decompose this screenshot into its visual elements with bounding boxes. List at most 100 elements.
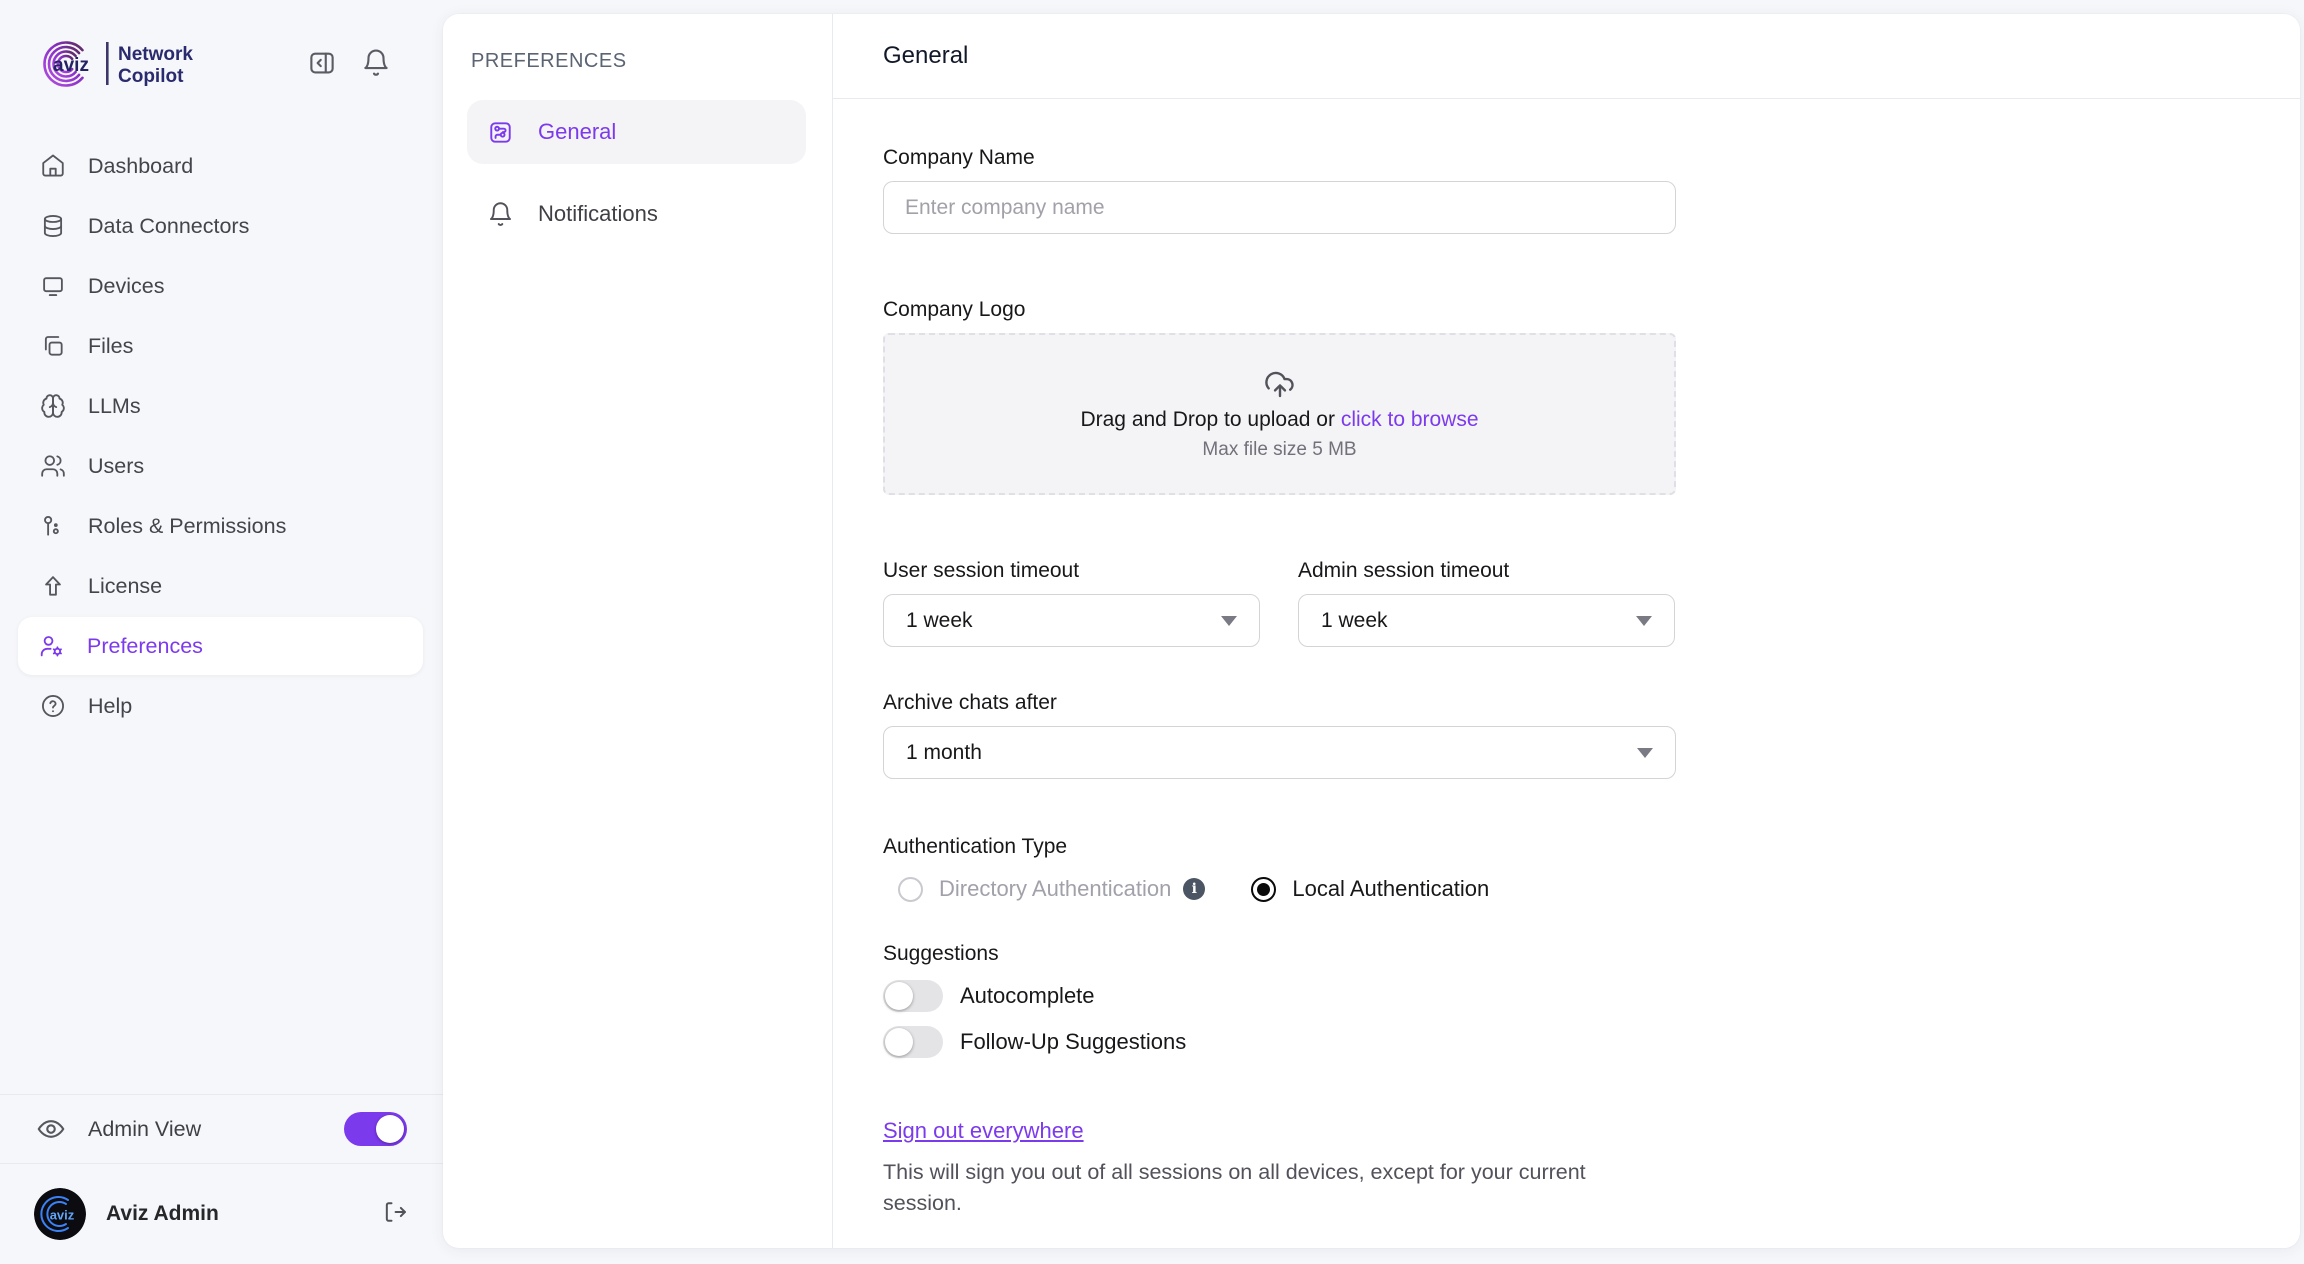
followup-label: Follow-Up Suggestions [960, 1029, 1186, 1055]
cloud-upload-icon [1263, 367, 1297, 401]
company-name-label: Company Name [883, 146, 2250, 170]
database-icon [40, 213, 66, 239]
chevron-down-icon [1221, 616, 1237, 626]
arrow-up-icon [40, 573, 66, 599]
drag-drop-text: Drag and Drop to upload or [1080, 408, 1335, 431]
user-session-value: 1 week [906, 609, 973, 633]
info-icon[interactable]: i [1183, 878, 1205, 900]
company-logo-section: Company Logo Drag and Drop to upload or … [883, 298, 2250, 495]
user-session-select[interactable]: 1 week [883, 594, 1260, 647]
content-card: PREFERENCES General Notifications [443, 14, 2300, 1248]
admin-session-value: 1 week [1321, 609, 1388, 633]
followup-toggle[interactable] [883, 1026, 943, 1058]
admin-session-field: Admin session timeout 1 week [1298, 559, 1675, 647]
notifications-bell-icon[interactable] [361, 48, 391, 78]
signout-everywhere-link[interactable]: Sign out everywhere [883, 1118, 1084, 1144]
header-icons [307, 48, 391, 78]
main-panel: General Company Name Company Logo [833, 14, 2300, 1248]
help-circle-icon [40, 693, 66, 719]
click-to-browse-link[interactable]: click to browse [1341, 408, 1479, 431]
admin-view-label: Admin View [88, 1117, 201, 1142]
general-form: Company Name Company Logo Drag and Drop … [833, 99, 2300, 1219]
logo-dropzone[interactable]: Drag and Drop to upload or click to brow… [883, 333, 1676, 495]
admin-view-toggle[interactable] [344, 1112, 407, 1146]
auth-radio-row: Directory Authentication i Local Authent… [883, 876, 2250, 902]
brand-row: aviz Network Copilot [0, 0, 443, 94]
logout-button[interactable] [381, 1198, 409, 1231]
auth-type-section: Authentication Type Directory Authentica… [883, 835, 2250, 902]
toggle-knob [885, 1028, 913, 1056]
admin-view-row: Admin View [0, 1094, 443, 1164]
auth-type-label: Authentication Type [883, 835, 2250, 859]
autocomplete-row: Autocomplete [883, 980, 2250, 1012]
autocomplete-toggle[interactable] [883, 980, 943, 1012]
local-auth-radio[interactable] [1251, 877, 1276, 902]
avatar: aviz [34, 1188, 86, 1240]
prefs-tab-general[interactable]: General [467, 100, 806, 164]
home-icon [40, 153, 66, 179]
sidebar-item-label: LLMs [88, 394, 141, 419]
monitor-icon [40, 273, 66, 299]
company-logo-label: Company Logo [883, 298, 2250, 322]
toggle-knob [885, 982, 913, 1010]
company-name-section: Company Name [883, 146, 2250, 234]
route-square-icon [487, 119, 514, 146]
collapse-sidebar-icon[interactable] [307, 48, 337, 78]
sidebar: aviz Network Copilot [0, 0, 443, 1264]
sidebar-item-label: Devices [88, 274, 164, 299]
signout-section: Sign out everywhere This will sign you o… [883, 1118, 2250, 1219]
archive-label: Archive chats after [883, 691, 2250, 715]
aviz-network-copilot-logo: aviz Network Copilot [36, 32, 232, 94]
sidebar-item-roles-permissions[interactable]: Roles & Permissions [0, 496, 443, 556]
prefs-tab-notifications[interactable]: Notifications [467, 182, 806, 246]
page-title: General [833, 14, 2300, 99]
sidebar-item-label: Preferences [87, 634, 203, 659]
files-icon [40, 333, 66, 359]
directory-auth-label: Directory Authentication [939, 876, 1171, 902]
followup-row: Follow-Up Suggestions [883, 1026, 2250, 1058]
admin-session-select[interactable]: 1 week [1298, 594, 1675, 647]
sidebar-item-preferences[interactable]: Preferences [18, 617, 423, 675]
brain-icon [40, 393, 66, 419]
sidebar-item-help[interactable]: Help [0, 676, 443, 736]
prefs-tab-label: Notifications [538, 201, 658, 227]
user-row: aviz Aviz Admin [0, 1164, 443, 1264]
sidebar-item-data-connectors[interactable]: Data Connectors [0, 196, 443, 256]
sidebar-item-label: License [88, 574, 162, 599]
sidebar-item-users[interactable]: Users [0, 436, 443, 496]
user-name: Aviz Admin [106, 1202, 219, 1226]
roles-icon [40, 513, 66, 539]
sidebar-item-label: Users [88, 454, 144, 479]
sidebar-item-dashboard[interactable]: Dashboard [0, 136, 443, 196]
sidebar-item-label: Dashboard [88, 154, 193, 179]
chevron-down-icon [1637, 748, 1653, 758]
chevron-down-icon [1636, 616, 1652, 626]
user-session-label: User session timeout [883, 559, 1260, 583]
sidebar-item-devices[interactable]: Devices [0, 256, 443, 316]
suggestions-label: Suggestions [883, 942, 2250, 966]
directory-auth-radio[interactable] [898, 877, 923, 902]
sidebar-item-files[interactable]: Files [0, 316, 443, 376]
user-session-field: User session timeout 1 week [883, 559, 1260, 647]
sidebar-item-llms[interactable]: LLMs [0, 376, 443, 436]
sidebar-item-label: Roles & Permissions [88, 514, 286, 539]
sidebar-item-license[interactable]: License [0, 556, 443, 616]
company-name-input[interactable] [883, 181, 1676, 234]
admin-session-label: Admin session timeout [1298, 559, 1675, 583]
logout-icon [381, 1198, 409, 1226]
sidebar-item-label: Help [88, 694, 132, 719]
signout-description: This will sign you out of all sessions o… [883, 1157, 1663, 1219]
archive-field: Archive chats after 1 month [883, 691, 2250, 779]
archive-select[interactable]: 1 month [883, 726, 1676, 779]
sidebar-item-label: Files [88, 334, 133, 359]
prefs-tab-label: General [538, 119, 616, 145]
local-auth-label: Local Authentication [1292, 876, 1489, 902]
svg-text:Copilot: Copilot [118, 66, 184, 87]
autocomplete-label: Autocomplete [960, 983, 1095, 1009]
users-icon [40, 453, 66, 479]
app-root: aviz Network Copilot [0, 0, 2304, 1264]
session-timeouts-row: User session timeout 1 week Admin sessio… [883, 559, 2250, 647]
svg-text:aviz: aviz [50, 1208, 75, 1223]
max-file-size-text: Max file size 5 MB [1202, 439, 1356, 461]
user-gear-icon [39, 633, 65, 659]
